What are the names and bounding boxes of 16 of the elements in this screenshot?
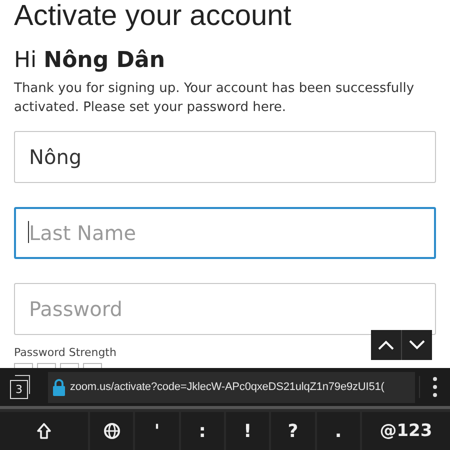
keyboard-key[interactable]: ! xyxy=(226,412,270,450)
greeting: Hi Nông Dân xyxy=(14,48,166,73)
url-text: zoom.us/activate?code=JklecW-APc0qxeDS21ulqZ1n79e9zUI51( xyxy=(70,381,384,393)
page-title: Activate your account xyxy=(14,0,292,34)
input-field[interactable]: Nông xyxy=(14,131,436,183)
password-strength-label: Password Strength xyxy=(14,346,116,359)
keyboard-key[interactable]: ' xyxy=(135,412,179,450)
tabs-button[interactable]: 3 xyxy=(8,375,44,399)
input-field[interactable]: Last Name xyxy=(14,207,436,259)
keyboard-key[interactable]: : xyxy=(180,412,224,450)
keyboard-key[interactable]: . xyxy=(316,412,360,450)
keyboard-key[interactable]: ? xyxy=(271,412,315,450)
activation-message: Thank you for signing up. Your account has been successfully activated. Please set your password here. xyxy=(14,80,416,117)
address-bar[interactable]: zoom.us/activate?code=JklecW-APc0qxeDS21ulqZ1n79e9zUI51( xyxy=(48,372,415,402)
input-field[interactable]: Password xyxy=(14,283,436,335)
keyboard-key[interactable]: @123 xyxy=(362,412,450,450)
